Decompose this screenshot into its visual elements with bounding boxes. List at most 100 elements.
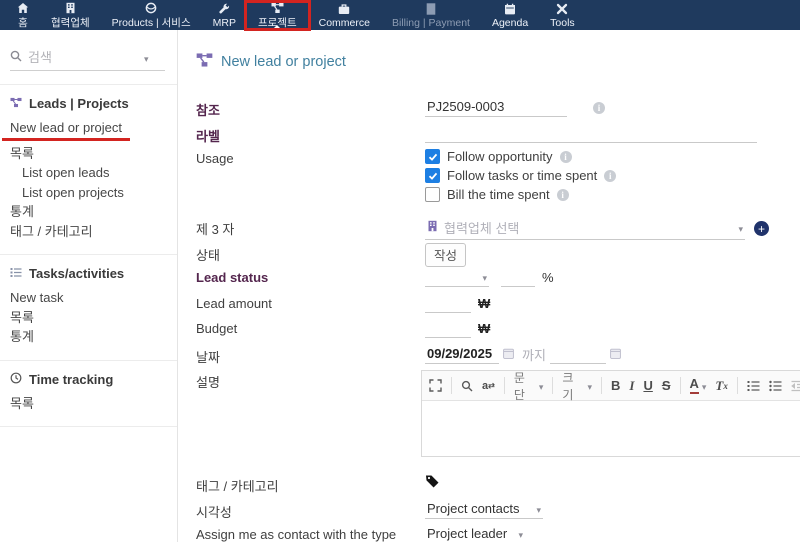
date-start-input[interactable] — [425, 345, 499, 364]
divider — [0, 254, 177, 255]
checkbox-follow-opportunity[interactable] — [425, 149, 440, 164]
editor-numbered-list-button[interactable] — [747, 380, 760, 392]
field-lead-amount: Lead amount ₩ — [196, 294, 800, 320]
calendar-picker-icon[interactable] — [610, 347, 621, 362]
project-diagram-icon — [196, 52, 213, 72]
nav-home[interactable]: 홈 — [6, 0, 40, 30]
sidebar-item-tags-categories[interactable]: 태그 / 카테고리 — [0, 222, 177, 242]
search-icon — [10, 50, 22, 65]
editor-italic-button[interactable]: I — [629, 378, 634, 394]
building-icon — [427, 220, 438, 235]
search-caret-icon[interactable] — [144, 50, 149, 65]
nav-mrp[interactable]: MRP — [202, 0, 247, 30]
nav-billing[interactable]: Billing | Payment — [381, 0, 481, 30]
field-third-party: 제 3 자 협력업체 선택 + — [196, 217, 800, 243]
nav-products[interactable]: Products | 서비스 — [101, 0, 202, 30]
ref-label: 참조 — [196, 98, 425, 119]
mrp-wrench-icon — [218, 3, 230, 16]
lead-status-select[interactable] — [425, 268, 489, 287]
editor-underline-button[interactable]: U — [643, 378, 652, 393]
status-draft-badge: 작성 — [425, 243, 466, 267]
field-tags: 태그 / 카테고리 — [196, 474, 800, 500]
project-diagram-icon — [10, 96, 22, 111]
editor-bold-button[interactable]: B — [611, 378, 620, 393]
sidebar-item-new-task[interactable]: New task — [0, 288, 177, 308]
search-input[interactable] — [28, 50, 138, 65]
probability-input[interactable] — [501, 268, 535, 287]
checkbox-follow-tasks[interactable] — [425, 168, 440, 183]
nav-commerce[interactable]: Commerce — [308, 0, 381, 30]
chevron-down-icon — [738, 220, 743, 235]
assign-label: Assign me as contact with the type — [196, 525, 425, 542]
status-label: 상태 — [196, 243, 425, 264]
sidebar-item-list[interactable]: 목록 — [0, 144, 177, 164]
section-tasks-activities: Tasks/activities — [0, 266, 177, 281]
building-icon — [65, 2, 76, 14]
visibility-select[interactable]: Project contacts — [425, 500, 543, 519]
editor-outdent-button[interactable] — [791, 380, 800, 392]
field-visibility: 시각성 Project contacts — [196, 500, 800, 526]
editor-replace-button[interactable]: a⇄ — [482, 380, 495, 392]
field-status: 상태 작성 — [196, 243, 800, 269]
checkbox-bill-time[interactable] — [425, 187, 440, 202]
editor-maximize-button[interactable] — [429, 379, 442, 392]
editor-find-button[interactable] — [461, 380, 473, 392]
tag-icon[interactable] — [425, 474, 440, 491]
sidebar-item-new-lead-or-project[interactable]: New lead or project — [0, 118, 177, 138]
tags-label: 태그 / 카테고리 — [196, 474, 425, 495]
sidebar-item-list-open-leads[interactable]: List open leads — [0, 163, 177, 183]
chevron-down-icon — [482, 269, 487, 284]
assign-contact-type-select[interactable]: Project leader — [425, 525, 525, 542]
editor-text-color-button[interactable]: A — [690, 377, 707, 393]
lead-status-label: Lead status — [196, 268, 425, 285]
sidebar-item-list-open-projects[interactable]: List open projects — [0, 183, 177, 203]
briefcase-icon — [338, 3, 350, 16]
top-navbar: 홈 협력업체 Products | 서비스 MRP 프로젝트 Commerce — [0, 0, 800, 30]
main-content: New lead or project 참조 i 라벨 Usage — [178, 30, 800, 542]
field-date: 날짜 까지 — [196, 345, 800, 371]
editor-strikethrough-button[interactable]: S — [662, 378, 671, 393]
sidebar-item-task-list[interactable]: 목록 — [0, 308, 177, 328]
lead-amount-input[interactable] — [425, 294, 471, 313]
third-party-label: 제 3 자 — [196, 217, 425, 238]
calendar-icon — [504, 3, 516, 16]
nav-projects[interactable]: 프로젝트 — [247, 0, 308, 30]
editor-toolbar: a⇄ 문단 크기 B I U S — [422, 371, 800, 401]
editor-text-area[interactable] — [422, 401, 800, 456]
sidebar-item-statistics[interactable]: 통계 — [0, 202, 177, 222]
nav-agenda[interactable]: Agenda — [481, 0, 539, 30]
editor-paragraph-format-select[interactable]: 문단 — [514, 369, 544, 403]
budget-input[interactable] — [425, 319, 471, 338]
clock-icon — [10, 372, 22, 387]
add-third-party-button[interactable]: + — [754, 221, 769, 236]
calendar-picker-icon[interactable] — [503, 347, 514, 362]
divider — [737, 377, 738, 394]
ref-input[interactable] — [425, 98, 567, 117]
usage-option-row: Follow opportunity i — [425, 149, 616, 164]
info-icon: i — [560, 151, 572, 163]
sidebar-item-task-statistics[interactable]: 통계 — [0, 327, 177, 347]
nav-tools[interactable]: Tools — [539, 0, 586, 30]
field-usage: Usage Follow opportunity i Follow tasks … — [196, 149, 800, 211]
description-label: 설명 — [196, 370, 425, 391]
nav-thirdparties[interactable]: 협력업체 — [40, 0, 101, 30]
product-sphere-icon — [145, 2, 157, 14]
divider — [0, 360, 177, 361]
label-input[interactable] — [425, 124, 757, 143]
editor-font-size-select[interactable]: 크기 — [562, 369, 592, 403]
page-title: New lead or project — [196, 52, 800, 72]
tools-icon — [556, 3, 568, 16]
chevron-down-icon — [539, 379, 544, 393]
label-label: 라벨 — [196, 124, 425, 145]
usage-option-row: Follow tasks or time spent i — [425, 168, 616, 183]
third-party-select[interactable]: 협력업체 선택 — [425, 217, 745, 240]
chevron-down-icon — [536, 501, 541, 516]
field-label: 라벨 — [196, 124, 800, 150]
editor-remove-format-button[interactable]: Tx — [715, 378, 727, 394]
field-assign-contact-type: Assign me as contact with the type Proje… — [196, 525, 800, 542]
editor-bullet-list-button[interactable] — [769, 380, 782, 392]
info-icon: i — [557, 189, 569, 201]
divider — [0, 84, 177, 85]
sidebar-item-time-list[interactable]: 목록 — [0, 394, 177, 414]
date-end-input[interactable] — [550, 345, 606, 364]
